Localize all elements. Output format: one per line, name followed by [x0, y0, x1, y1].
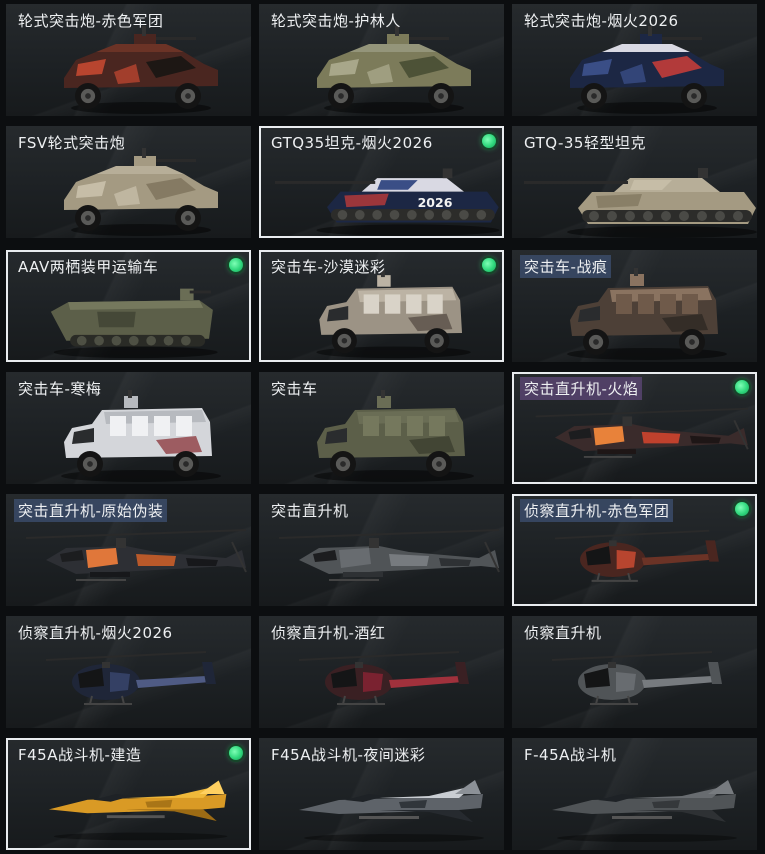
- vehicle-name: F-45A战斗机: [524, 746, 617, 764]
- wheeled-assault-gun-graphic: [570, 26, 724, 114]
- attack-helicopter-graphic: [278, 529, 500, 581]
- vehicle-name: 侦察直升机-赤色军团: [520, 499, 674, 522]
- vehicle-card[interactable]: 侦察直升机-烟火2026: [6, 616, 251, 728]
- vehicle-name: 突击车-战痕: [520, 255, 612, 278]
- vehicle-card[interactable]: 突击直升机: [259, 494, 504, 606]
- vehicle-name: 侦察直升机: [524, 624, 602, 642]
- vehicle-name: 突击直升机-原始伪装: [14, 499, 168, 522]
- vehicle-card[interactable]: 轮式突击炮-护林人: [259, 4, 504, 116]
- vehicle-name: 突击车: [271, 380, 318, 398]
- vehicle-card[interactable]: 2026 GTQ35坦克-烟火2026: [259, 126, 504, 238]
- wheeled-assault-gun-graphic: [64, 26, 218, 114]
- scout-helicopter-graphic: [298, 651, 469, 705]
- svg-text:2026: 2026: [418, 195, 453, 210]
- vehicle-card[interactable]: F45A战斗机-夜间迷彩: [259, 738, 504, 850]
- mrap-assault-vehicle-graphic: [61, 390, 221, 482]
- fighter-jet-graphic: [48, 780, 228, 841]
- fighter-jet-graphic: [552, 780, 737, 842]
- vehicle-name: 轮式突击炮-烟火2026: [524, 12, 679, 30]
- owned-indicator-icon: [482, 258, 496, 272]
- vehicle-card[interactable]: 突击车-战痕: [512, 250, 757, 362]
- vehicle-name: F45A战斗机-夜间迷彩: [271, 746, 426, 764]
- vehicle-name: FSV轮式突击炮: [18, 134, 126, 152]
- vehicle-card[interactable]: F-45A战斗机: [512, 738, 757, 850]
- vehicle-name: F45A战斗机-建造: [18, 746, 142, 764]
- light-tank-graphic: [524, 168, 757, 238]
- owned-indicator-icon: [482, 134, 496, 148]
- owned-indicator-icon: [735, 380, 749, 394]
- attack-helicopter-graphic: [25, 529, 247, 581]
- scout-helicopter-graphic: [554, 529, 719, 582]
- vehicle-name: 轮式突击炮-赤色军团: [18, 12, 164, 30]
- attack-helicopter-graphic: [535, 407, 749, 458]
- vehicle-name: 突击车-寒梅: [18, 380, 102, 398]
- vehicle-card[interactable]: 轮式突击炮-赤色军团: [6, 4, 251, 116]
- vehicle-card[interactable]: AAV两栖装甲运输车: [6, 250, 251, 362]
- vehicle-name: AAV两栖装甲运输车: [18, 258, 159, 276]
- scout-helicopter-graphic: [45, 651, 216, 705]
- vehicle-card[interactable]: 侦察直升机: [512, 616, 757, 728]
- fighter-jet-graphic: [299, 780, 484, 842]
- vehicle-name: 突击直升机-火焰: [520, 377, 643, 400]
- vehicle-card[interactable]: 轮式突击炮-烟火2026: [512, 4, 757, 116]
- vehicle-name: GTQ35坦克-烟火2026: [271, 134, 433, 152]
- vehicle-name: 侦察直升机-烟火2026: [18, 624, 173, 642]
- amphibious-apc-graphic: [50, 288, 218, 359]
- vehicle-card[interactable]: 突击车: [259, 372, 504, 484]
- vehicle-name: 侦察直升机-酒红: [271, 624, 386, 642]
- owned-indicator-icon: [229, 258, 243, 272]
- owned-indicator-icon: [229, 746, 243, 760]
- scout-helicopter-graphic: [551, 651, 722, 705]
- vehicle-card[interactable]: 突击直升机-火焰: [512, 372, 757, 484]
- mrap-assault-vehicle-graphic: [567, 268, 727, 360]
- vehicle-card[interactable]: 突击车-寒梅: [6, 372, 251, 484]
- owned-indicator-icon: [735, 502, 749, 516]
- vehicle-card[interactable]: 突击车-沙漠迷彩: [259, 250, 504, 362]
- vehicle-card[interactable]: FSV轮式突击炮: [6, 126, 251, 238]
- light-tank-graphic: 2026: [274, 168, 500, 236]
- wheeled-assault-gun-graphic: [317, 26, 471, 114]
- mrap-assault-vehicle-graphic: [316, 269, 471, 359]
- vehicle-card[interactable]: 侦察直升机-酒红: [259, 616, 504, 728]
- vehicle-card[interactable]: F45A战斗机-建造: [6, 738, 251, 850]
- vehicle-card[interactable]: GTQ-35轻型坦克: [512, 126, 757, 238]
- vehicle-name: 突击车-沙漠迷彩: [271, 258, 386, 276]
- vehicle-grid: 轮式突击炮-赤色军团 轮式突击炮-护林人 轮式突击炮-烟火2026 FSV轮式突…: [0, 0, 765, 854]
- vehicle-name: 突击直升机: [271, 502, 349, 520]
- vehicle-name: 轮式突击炮-护林人: [271, 12, 401, 30]
- vehicle-name: GTQ-35轻型坦克: [524, 134, 646, 152]
- mrap-assault-vehicle-graphic: [314, 390, 474, 482]
- vehicle-card[interactable]: 侦察直升机-赤色军团: [512, 494, 757, 606]
- vehicle-card[interactable]: 突击直升机-原始伪装: [6, 494, 251, 606]
- wheeled-assault-gun-graphic: [64, 148, 218, 236]
